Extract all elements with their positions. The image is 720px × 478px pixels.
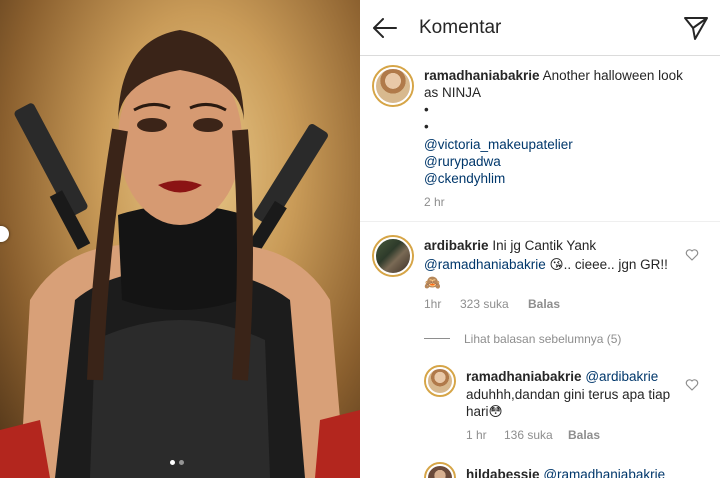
comment-username[interactable]: ramadhaniabakrie bbox=[466, 369, 582, 384]
avatar[interactable] bbox=[424, 365, 456, 397]
caption-timestamp: 2 hr bbox=[424, 195, 445, 209]
ninja-portrait-image bbox=[0, 30, 360, 478]
mention-link[interactable]: @ardibakrie bbox=[585, 369, 658, 384]
carousel-dot bbox=[179, 460, 184, 465]
comment-timestamp: 1hr bbox=[424, 297, 442, 311]
carousel-dots bbox=[170, 460, 184, 465]
comment-text: aduhhh,dandan gini terus apa tiap bbox=[466, 387, 671, 402]
comments-header: Komentar bbox=[360, 0, 720, 56]
page-title: Komentar bbox=[419, 17, 502, 38]
post-photo[interactable] bbox=[0, 0, 360, 478]
mention-link[interactable]: @ramadhaniabakrie bbox=[424, 257, 546, 272]
comment-timestamp: 1 hr bbox=[466, 428, 487, 442]
caption-username[interactable]: ramadhaniabakrie bbox=[424, 68, 540, 83]
reply-button[interactable]: Balas bbox=[528, 297, 560, 311]
emoji: 😘 bbox=[549, 257, 564, 272]
avatar[interactable] bbox=[424, 462, 456, 478]
comment-username[interactable]: hildabessie bbox=[466, 467, 540, 478]
like-count[interactable]: 323 suka bbox=[460, 297, 509, 311]
like-count[interactable]: 136 suka bbox=[504, 428, 553, 442]
carousel-dot-active bbox=[170, 460, 175, 465]
reply-button[interactable]: Balas bbox=[568, 428, 600, 442]
avatar[interactable] bbox=[372, 235, 414, 277]
back-arrow-icon[interactable] bbox=[372, 15, 398, 41]
emoji: 🙈 bbox=[424, 275, 441, 290]
view-previous-replies[interactable]: Lihat balasan sebelumnya (5) bbox=[464, 332, 621, 346]
divider bbox=[424, 338, 450, 339]
comment-username[interactable]: ardibakrie bbox=[424, 238, 489, 253]
mention-link[interactable]: @ramadhaniabakrie bbox=[543, 467, 665, 478]
heart-icon[interactable] bbox=[685, 378, 699, 392]
comment-text: Ini jg Cantik Yank bbox=[492, 238, 597, 253]
comment-text-tail: .. cieee.. jgn GR!! bbox=[563, 257, 668, 272]
caption-bullet: • bbox=[424, 119, 429, 134]
caption-text: Another halloween look bbox=[542, 68, 683, 83]
post-caption: ramadhaniabakrie Another halloween look … bbox=[360, 57, 720, 222]
emoji: 😳 bbox=[488, 404, 503, 419]
caption-bullet: • bbox=[424, 102, 429, 117]
avatar[interactable] bbox=[372, 65, 414, 107]
mention-link[interactable]: @rurypadwa bbox=[424, 153, 501, 170]
caption-text-line2: as NINJA bbox=[424, 85, 482, 100]
mention-link[interactable]: @ckendyhlim bbox=[424, 170, 505, 187]
mention-link[interactable]: @victoria_makeupatelier bbox=[424, 136, 573, 153]
comment-text: hari bbox=[466, 404, 489, 419]
send-direct-icon[interactable] bbox=[682, 14, 710, 42]
comments-panel: Komentar ramadhaniabakrie Another hallow… bbox=[360, 0, 720, 478]
heart-icon[interactable] bbox=[685, 248, 699, 262]
